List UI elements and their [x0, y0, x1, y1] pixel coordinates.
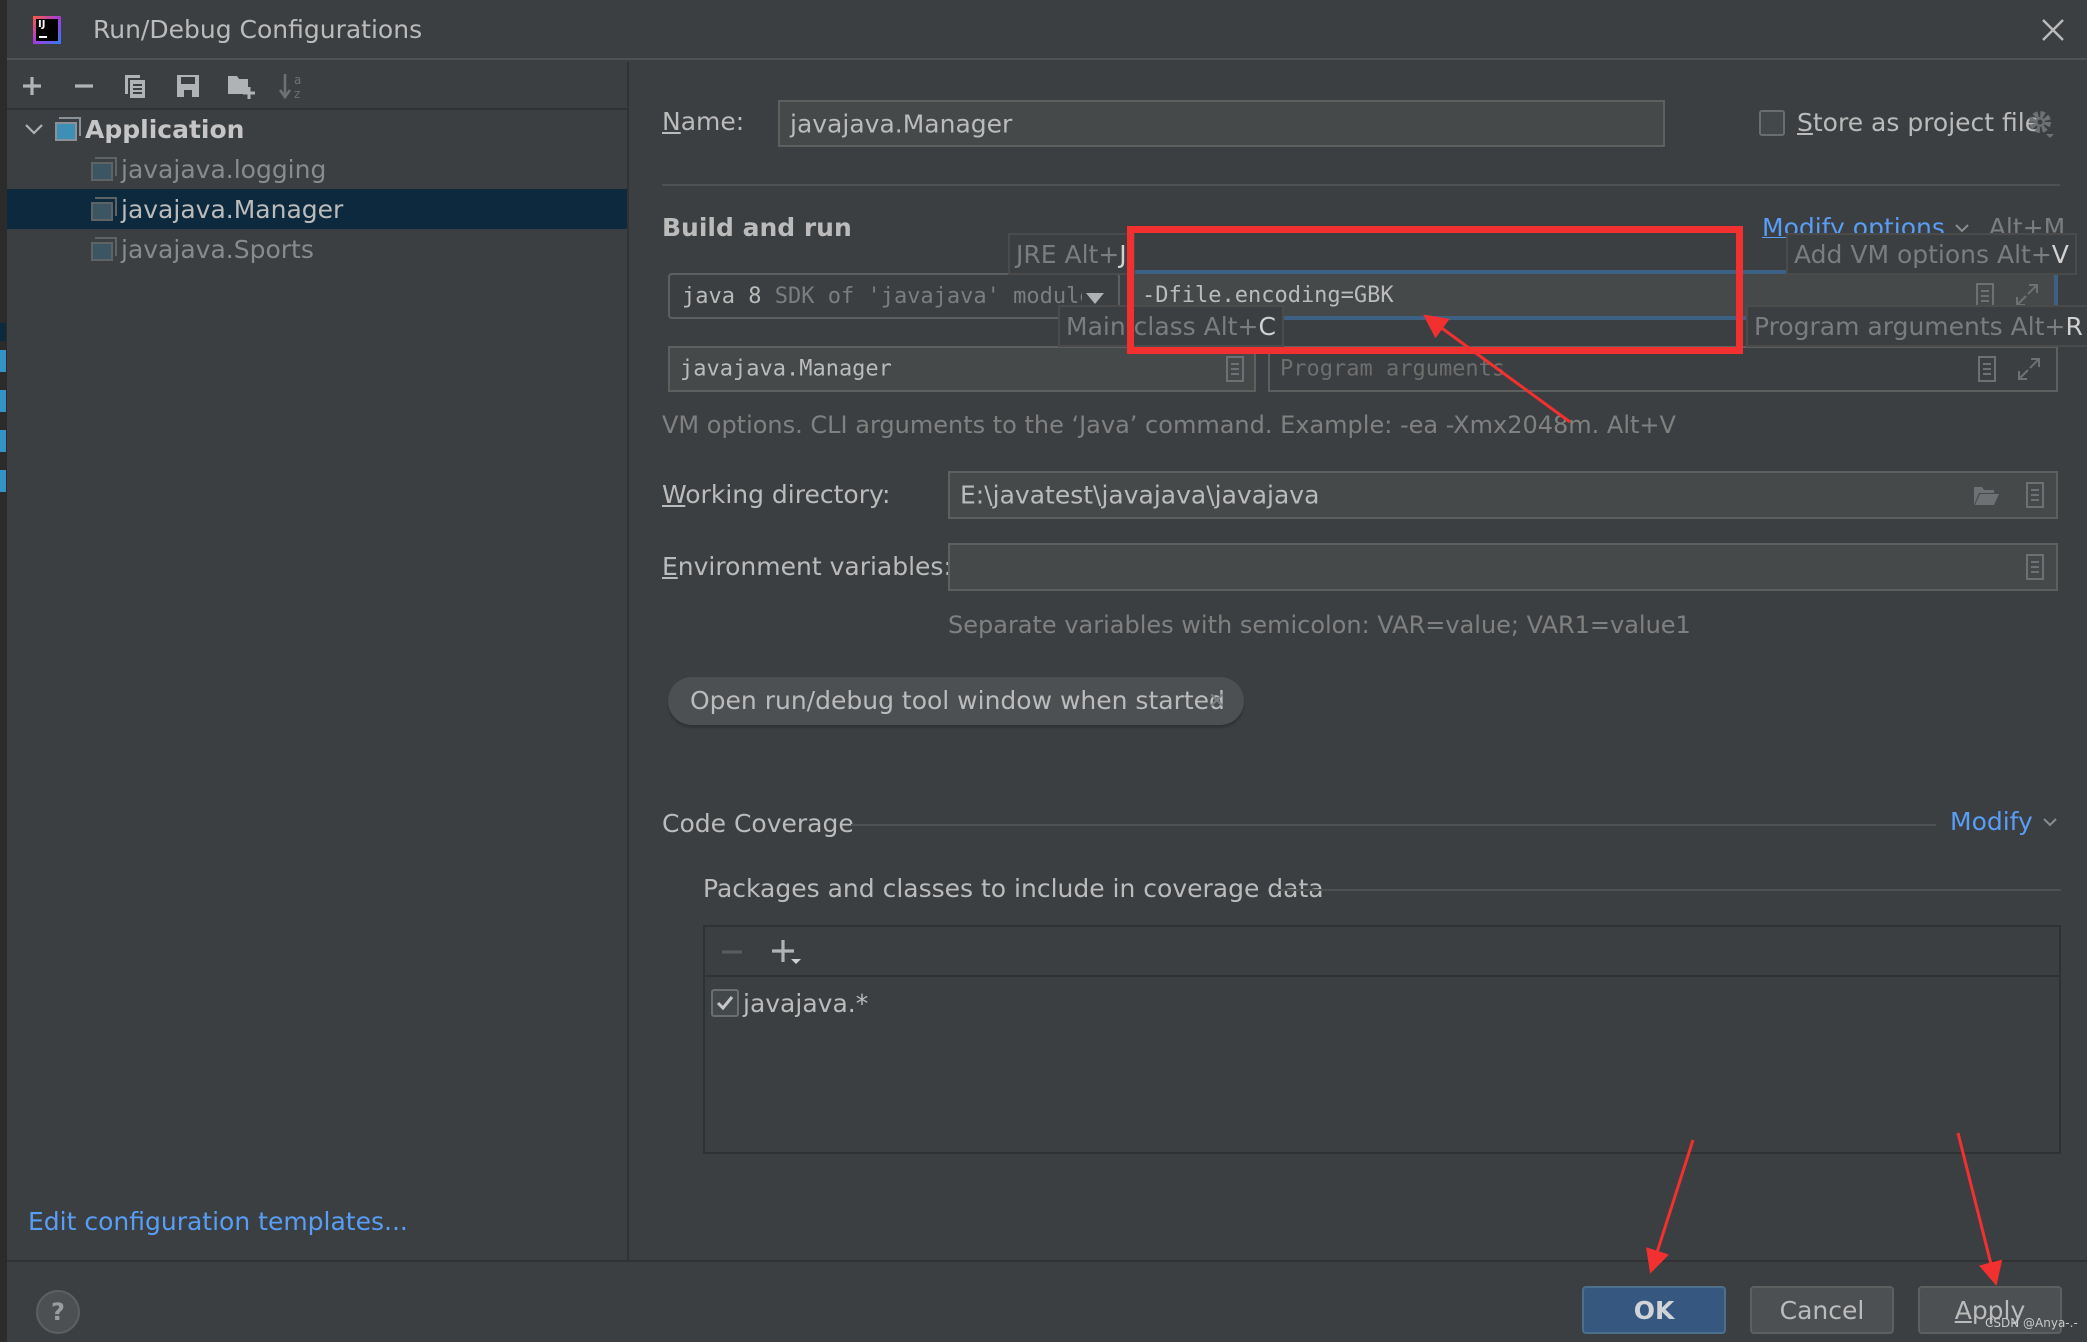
sort-configurations-button[interactable]: az — [276, 70, 308, 102]
coverage-pattern-checkbox[interactable] — [711, 989, 739, 1017]
environment-variables-field[interactable] — [948, 543, 2058, 591]
browse-class-icon[interactable] — [1226, 356, 1244, 382]
title-bar: IJ Run/Debug Configurations — [7, 0, 2087, 60]
working-directory-label: Working directory: — [662, 480, 891, 509]
chevron-down-icon — [2043, 818, 2057, 827]
store-as-project-file-label[interactable]: Store as project file — [1797, 108, 2040, 137]
code-coverage-title: Code Coverage — [662, 809, 854, 838]
tooltip-jre: JRE Alt+J — [1008, 233, 1135, 275]
working-directory-value: E:\javatest\javajava\javajava — [960, 480, 1320, 510]
remove-pattern-button[interactable] — [719, 940, 745, 964]
jre-combobox[interactable]: java 8 SDK of 'javajava' module — [668, 273, 1120, 319]
copy-configuration-button[interactable] — [119, 70, 151, 102]
option-chip-open-tool-window: Open run/debug tool window when started … — [668, 677, 1244, 725]
annotation-arrow-apply — [1956, 1132, 2003, 1286]
tree-item-label: javajava.Sports — [121, 234, 314, 264]
working-directory-field[interactable]: E:\javatest\javajava\javajava — [948, 471, 2058, 519]
tooltip-main-class: Main class Alt+C — [1058, 305, 1284, 347]
panel-divider[interactable] — [627, 62, 629, 1260]
save-configuration-button[interactable] — [172, 70, 204, 102]
environment-variables-label: Environment variables: — [662, 552, 952, 581]
save-icon — [177, 75, 199, 97]
main-class-value: javajava.Manager — [680, 356, 892, 382]
code-coverage-modify-link[interactable]: Modify — [1950, 807, 2059, 836]
checkmark-icon — [716, 996, 734, 1011]
tree-item-label: javajava.logging — [121, 154, 327, 184]
main-class-field[interactable]: javajava.Manager — [668, 346, 1256, 392]
coverage-patterns-table: javajava.* — [703, 925, 2061, 1154]
tree-item[interactable]: javajava.logging — [7, 149, 627, 189]
program-arguments-placeholder: Program arguments — [1280, 356, 1506, 382]
folder-icon[interactable] — [1972, 483, 2000, 507]
tree-group-application[interactable]: Application — [7, 109, 627, 149]
watermark: CSDN @Anya-.- — [1985, 1316, 2078, 1330]
divider — [1277, 889, 2061, 891]
coverage-pattern-row[interactable]: javajava.* — [711, 988, 868, 1018]
tree-item-selected[interactable]: javajava.Manager — [7, 189, 627, 229]
intellij-idea-icon: IJ — [33, 16, 61, 44]
application-config-icon — [55, 117, 81, 141]
option-chip-label: Open run/debug tool window when started — [690, 686, 1225, 715]
name-label: Name: — [662, 107, 745, 136]
configuration-sidebar: az Application javajava.logging javajava… — [7, 62, 627, 1260]
tree-item-label: javajava.Manager — [121, 194, 344, 224]
svg-text:a: a — [294, 73, 301, 87]
vm-options-hint: VM options. CLI arguments to the ‘Java’ … — [662, 411, 1676, 439]
expand-text-icon[interactable] — [1978, 356, 1996, 382]
dropdown-arrow-icon — [1086, 293, 1104, 304]
svg-text:z: z — [294, 87, 300, 101]
edit-configuration-templates-link[interactable]: Edit configuration templates... — [28, 1207, 408, 1236]
chevron-down-icon[interactable] — [23, 119, 45, 139]
dialog-title: Run/Debug Configurations — [93, 15, 423, 44]
footer-divider — [7, 1260, 2087, 1262]
insert-macro-icon[interactable] — [2026, 482, 2044, 508]
coverage-table-toolbar — [705, 927, 2059, 977]
remove-configuration-button[interactable] — [68, 70, 100, 102]
gear-icon[interactable] — [2026, 108, 2056, 140]
ok-button[interactable]: OK — [1582, 1286, 1726, 1334]
name-field-value: javajava.Manager — [790, 109, 1013, 138]
application-config-icon — [91, 197, 117, 221]
program-arguments-field[interactable]: Program arguments — [1268, 346, 2058, 392]
tooltip-add-vm-options: Add VM options Alt+V — [1786, 233, 2077, 275]
add-pattern-button[interactable] — [769, 937, 803, 967]
tree-group-label: Application — [85, 114, 245, 144]
build-and-run-title: Build and run — [662, 213, 852, 242]
annotation-arrow-ok — [1646, 1139, 1695, 1274]
store-as-project-file-checkbox[interactable] — [1759, 110, 1785, 136]
background-ide-strip — [0, 0, 7, 1342]
plus-icon — [23, 77, 41, 95]
application-config-icon — [91, 157, 117, 181]
application-config-icon — [91, 237, 117, 261]
environment-variables-hint: Separate variables with semicolon: VAR=v… — [948, 611, 1691, 639]
cancel-button[interactable]: Cancel — [1750, 1286, 1894, 1334]
sort-alpha-icon: az — [278, 73, 301, 101]
help-button[interactable]: ? — [36, 1290, 80, 1334]
add-configuration-button[interactable] — [16, 70, 48, 102]
name-field[interactable]: javajava.Manager — [778, 100, 1665, 147]
minus-icon — [75, 84, 93, 88]
jre-value: java 8 SDK of 'javajava' module — [682, 284, 1082, 309]
tree-item[interactable]: javajava.Sports — [7, 229, 627, 269]
new-folder-icon — [228, 76, 255, 99]
divider — [662, 184, 2060, 186]
move-to-folder-button[interactable] — [225, 70, 257, 102]
edit-environment-icon[interactable] — [2026, 554, 2044, 580]
remove-option-icon[interactable]: ✕ — [1208, 689, 1226, 714]
copy-icon — [125, 75, 145, 98]
tooltip-program-arguments: Program arguments Alt+R — [1746, 305, 2087, 347]
maximize-icon[interactable] — [2016, 356, 2042, 382]
divider — [851, 824, 1936, 826]
sidebar-toolbar: az — [7, 62, 627, 110]
coverage-pattern-label: javajava.* — [743, 988, 869, 1018]
close-icon[interactable] — [2037, 14, 2069, 46]
coverage-packages-label: Packages and classes to include in cover… — [703, 874, 1324, 903]
